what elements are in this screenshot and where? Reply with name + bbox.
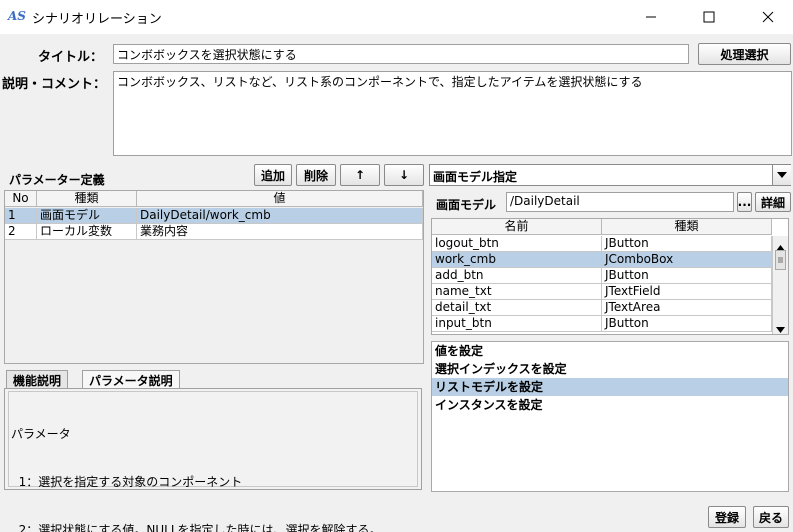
row-name: add_btn xyxy=(432,268,602,284)
grip-icon xyxy=(778,257,783,263)
combobox-value: 画面モデル指定 xyxy=(433,170,518,184)
comment-textarea[interactable]: コンボボックス、リストなど、リスト系のコンポーネントで、指定したアイテムを選択状… xyxy=(113,71,792,156)
add-button[interactable]: 追加 xyxy=(254,164,292,186)
chevron-down-icon xyxy=(777,172,787,178)
row-kind: JButton xyxy=(602,236,772,252)
model-path-input[interactable]: /DailyDetail xyxy=(506,192,734,212)
minimize-button[interactable] xyxy=(628,0,674,34)
row-value: 業務内容 xyxy=(137,224,423,240)
combobox-arrow[interactable] xyxy=(772,165,791,185)
model-label: 画面モデル xyxy=(436,198,497,212)
description-line: 2：選択状態にする値。NULLを指定した時には、選択を解除する。 xyxy=(11,523,382,532)
maximize-icon xyxy=(703,11,715,23)
row-name: name_txt xyxy=(432,284,602,300)
description-text: パラメータ 1：選択を指定する対象のコンポーネント 2：選択状態にする値。NUL… xyxy=(8,391,418,532)
register-button[interactable]: 登録 xyxy=(708,506,746,528)
delete-button[interactable]: 削除 xyxy=(296,164,336,186)
column-header-name[interactable]: 名前 xyxy=(432,219,602,235)
column-header-no[interactable]: No xyxy=(5,191,37,207)
title-input[interactable]: コンボボックスを選択状態にする xyxy=(113,44,689,64)
table-row[interactable]: work_cmb JComboBox xyxy=(432,252,772,268)
browse-button[interactable]: ... xyxy=(737,192,752,212)
column-header-type[interactable]: 種類 xyxy=(37,191,137,207)
maximize-button[interactable] xyxy=(686,0,732,34)
app-icon: AS xyxy=(8,9,26,23)
table-row[interactable]: logout_btn JButton xyxy=(432,236,772,252)
table-row[interactable]: detail_txt JTextArea xyxy=(432,300,772,316)
chevron-down-icon xyxy=(776,327,785,333)
parameter-panel: パラメーター定義 追加 削除 ↑ ↓ No 種類 値 1 画面モデル Daily… xyxy=(4,164,424,364)
row-name: work_cmb xyxy=(432,252,602,268)
description-line: パラメータ xyxy=(11,427,71,441)
parameter-header: パラメーター定義 xyxy=(9,173,105,187)
row-name: logout_btn xyxy=(432,236,602,252)
description-line: 1：選択を指定する対象のコンポーネント xyxy=(11,475,243,489)
component-table: 名前 種類 logout_btn JButton work_cmb JCombo… xyxy=(431,218,789,335)
row-no: 2 xyxy=(5,224,37,240)
row-type: 画面モデル xyxy=(37,208,137,224)
minimize-icon xyxy=(646,16,656,18)
table-row[interactable]: add_btn JButton xyxy=(432,268,772,284)
comment-label: 説明・コメント： xyxy=(2,77,107,92)
list-item[interactable]: 選択インデックスを設定 xyxy=(432,360,788,378)
description-panel: パラメータ 1：選択を指定する対象のコンポーネント 2：選択状態にする値。NUL… xyxy=(4,388,422,532)
row-name: detail_txt xyxy=(432,300,602,316)
back-button[interactable]: 戻る xyxy=(753,506,789,528)
tab-function-description[interactable]: 機能説明 xyxy=(6,370,69,390)
row-name: input_btn xyxy=(432,316,602,332)
table-row[interactable]: 2 ローカル変数 業務内容 xyxy=(5,224,423,240)
row-kind: JButton xyxy=(602,316,772,332)
action-list: 値を設定 選択インデックスを設定 リストモデルを設定 インスタンスを設定 xyxy=(431,341,789,492)
close-button[interactable] xyxy=(745,0,791,34)
list-item[interactable]: 値を設定 xyxy=(432,342,788,360)
window-title: シナリオリレーション xyxy=(32,12,162,27)
move-down-button[interactable]: ↓ xyxy=(384,164,424,186)
row-kind: JTextArea xyxy=(602,300,772,316)
list-item[interactable]: インスタンスを設定 xyxy=(432,396,788,414)
close-icon xyxy=(762,11,774,23)
process-select-button[interactable]: 処理選択 xyxy=(698,43,791,65)
row-type: ローカル変数 xyxy=(37,224,137,240)
title-bar: AS シナリオリレーション xyxy=(0,0,793,34)
title-label: タイトル： xyxy=(38,50,104,65)
model-type-combobox[interactable]: 画面モデル指定 xyxy=(429,164,791,186)
row-kind: JButton xyxy=(602,268,772,284)
scroll-thumb[interactable] xyxy=(775,250,786,270)
vertical-scrollbar[interactable] xyxy=(772,236,788,334)
column-header-value[interactable]: 値 xyxy=(137,191,423,207)
row-kind: JTextField xyxy=(602,284,772,300)
tab-parameter-description[interactable]: パラメータ説明 xyxy=(82,370,180,390)
parameter-table: No 種類 値 1 画面モデル DailyDetail/work_cmb 2 ロ… xyxy=(4,190,424,364)
table-row[interactable]: 1 画面モデル DailyDetail/work_cmb xyxy=(5,208,423,224)
move-up-button[interactable]: ↑ xyxy=(340,164,380,186)
row-no: 1 xyxy=(5,208,37,224)
column-header-kind[interactable]: 種類 xyxy=(602,219,772,235)
table-row[interactable]: input_btn JButton xyxy=(432,316,772,332)
row-kind: JComboBox xyxy=(602,252,772,268)
detail-button[interactable]: 詳細 xyxy=(755,192,791,212)
table-row[interactable]: name_txt JTextField xyxy=(432,284,772,300)
scroll-down-arrow[interactable] xyxy=(776,322,785,336)
list-item[interactable]: リストモデルを設定 xyxy=(432,378,788,396)
row-value: DailyDetail/work_cmb xyxy=(137,208,423,224)
